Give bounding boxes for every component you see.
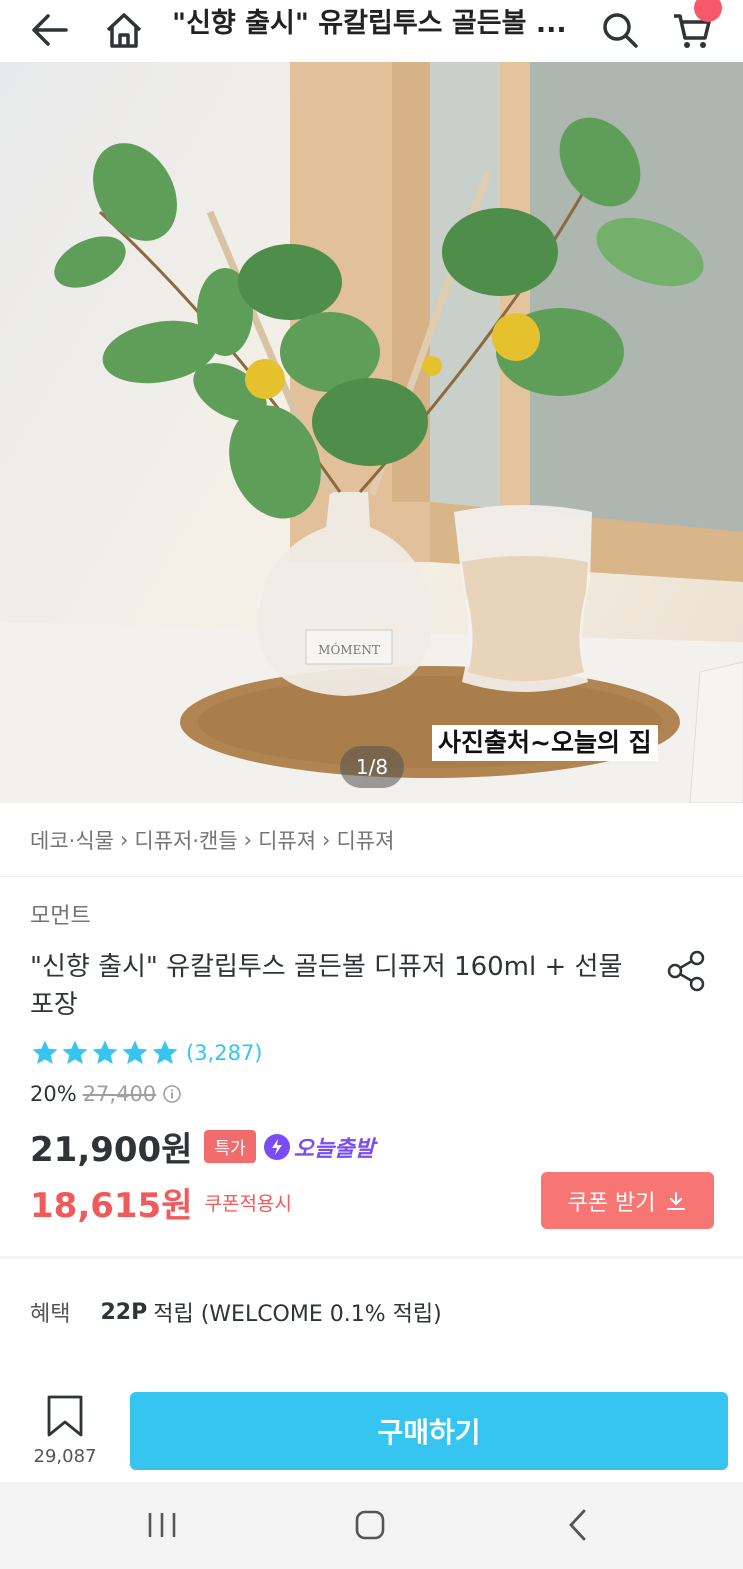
photo-credit: 사진출처~오늘의 집 bbox=[432, 725, 658, 761]
sale-price: 21,900원 bbox=[30, 1130, 193, 1170]
star-rating bbox=[30, 1038, 180, 1068]
today-shipping-label: 오늘출발 bbox=[293, 1136, 375, 1162]
search-button[interactable] bbox=[594, 4, 646, 56]
system-navigation-bar bbox=[0, 1482, 743, 1569]
download-icon bbox=[667, 1191, 686, 1210]
product-name: "신향 출시" 유칼립투스 골든볼 디퓨저 160ml + 선물포장 bbox=[30, 952, 623, 1020]
original-price: 27,400 bbox=[82, 1082, 157, 1106]
price-row: 21,900원 특가 오늘출발 bbox=[30, 1122, 375, 1171]
benefit-label: 혜택 bbox=[30, 1302, 71, 1327]
discount-rate: 20% bbox=[30, 1082, 77, 1106]
share-button[interactable] bbox=[664, 948, 710, 994]
arrow-left-icon bbox=[32, 14, 68, 46]
breadcrumb-item[interactable]: 디퓨저·캔들 bbox=[134, 825, 237, 855]
product-photo: MÓMENT bbox=[0, 62, 743, 803]
scrap-count: 29,087 bbox=[33, 1446, 97, 1467]
recent-apps-icon bbox=[148, 1513, 176, 1537]
svg-text:MÓMENT: MÓMENT bbox=[318, 641, 380, 657]
back-nav-icon bbox=[569, 1509, 586, 1541]
home-nav-button[interactable] bbox=[340, 1502, 400, 1548]
divider bbox=[0, 876, 743, 877]
home-icon bbox=[106, 13, 142, 48]
benefit-text: 적립 (WELCOME 0.1% 적립) bbox=[153, 1302, 442, 1327]
star-icon bbox=[122, 1040, 148, 1064]
top-app-bar: "신향 출시" 유칼립투스 골든볼 ... bbox=[0, 0, 743, 62]
back-button[interactable] bbox=[24, 4, 76, 56]
chevron-right-icon: › bbox=[119, 828, 129, 852]
page-title: "신향 출시" 유칼립투스 골든볼 ... bbox=[172, 8, 567, 39]
breadcrumb: 데코·식물 › 디퓨저·캔들 › 디퓨져 › 디퓨져 bbox=[30, 822, 394, 858]
discount-row: 20% 27,400 bbox=[30, 1082, 182, 1106]
buy-button[interactable]: 구매하기 bbox=[130, 1392, 728, 1470]
bookmark-icon bbox=[47, 1395, 83, 1437]
chevron-right-icon: › bbox=[243, 828, 253, 852]
coupon-button-label: 쿠폰 받기 bbox=[567, 1190, 656, 1216]
lightning-icon bbox=[263, 1133, 290, 1160]
breadcrumb-item[interactable]: 데코·식물 bbox=[30, 825, 114, 855]
benefit-row: 혜택 22P 적립 (WELCOME 0.1% 적립) bbox=[30, 1296, 442, 1328]
coupon-price: 18,615원 bbox=[30, 1186, 193, 1226]
star-icon bbox=[32, 1040, 58, 1064]
info-icon[interactable] bbox=[162, 1084, 182, 1104]
breadcrumb-item[interactable]: 디퓨져 bbox=[258, 825, 316, 855]
benefit-points: 22P bbox=[100, 1299, 148, 1325]
star-icon bbox=[92, 1040, 118, 1064]
star-icon bbox=[62, 1040, 88, 1064]
image-pager: 1/8 bbox=[340, 746, 404, 788]
home-button[interactable] bbox=[98, 4, 150, 56]
today-shipping-badge: 오늘출발 bbox=[263, 1131, 375, 1163]
recent-apps-button[interactable] bbox=[132, 1502, 192, 1548]
coupon-price-row: 18,615원 쿠폰적용시 bbox=[30, 1178, 292, 1227]
breadcrumb-item[interactable]: 디퓨져 bbox=[336, 825, 394, 855]
search-icon bbox=[603, 13, 638, 48]
rating[interactable]: (3,287) bbox=[30, 1038, 263, 1068]
home-nav-icon bbox=[355, 1510, 385, 1540]
review-count[interactable]: (3,287) bbox=[186, 1041, 263, 1065]
get-coupon-button[interactable]: 쿠폰 받기 bbox=[541, 1172, 714, 1229]
star-icon bbox=[152, 1040, 178, 1064]
brand-name[interactable]: 모먼트 bbox=[30, 898, 91, 930]
coupon-applied-label: 쿠폰적용시 bbox=[204, 1193, 292, 1215]
chevron-right-icon: › bbox=[322, 828, 331, 852]
section-divider bbox=[0, 1256, 743, 1259]
product-image-carousel[interactable]: MÓMENT 사진출처~오늘의 집 1/8 bbox=[0, 62, 743, 803]
back-nav-button[interactable] bbox=[548, 1502, 608, 1548]
scrap-button[interactable]: 29,087 bbox=[28, 1394, 102, 1467]
share-icon bbox=[667, 950, 705, 992]
special-deal-badge: 특가 bbox=[204, 1130, 256, 1163]
bottom-action-bar: 29,087 구매하기 bbox=[0, 1380, 743, 1482]
